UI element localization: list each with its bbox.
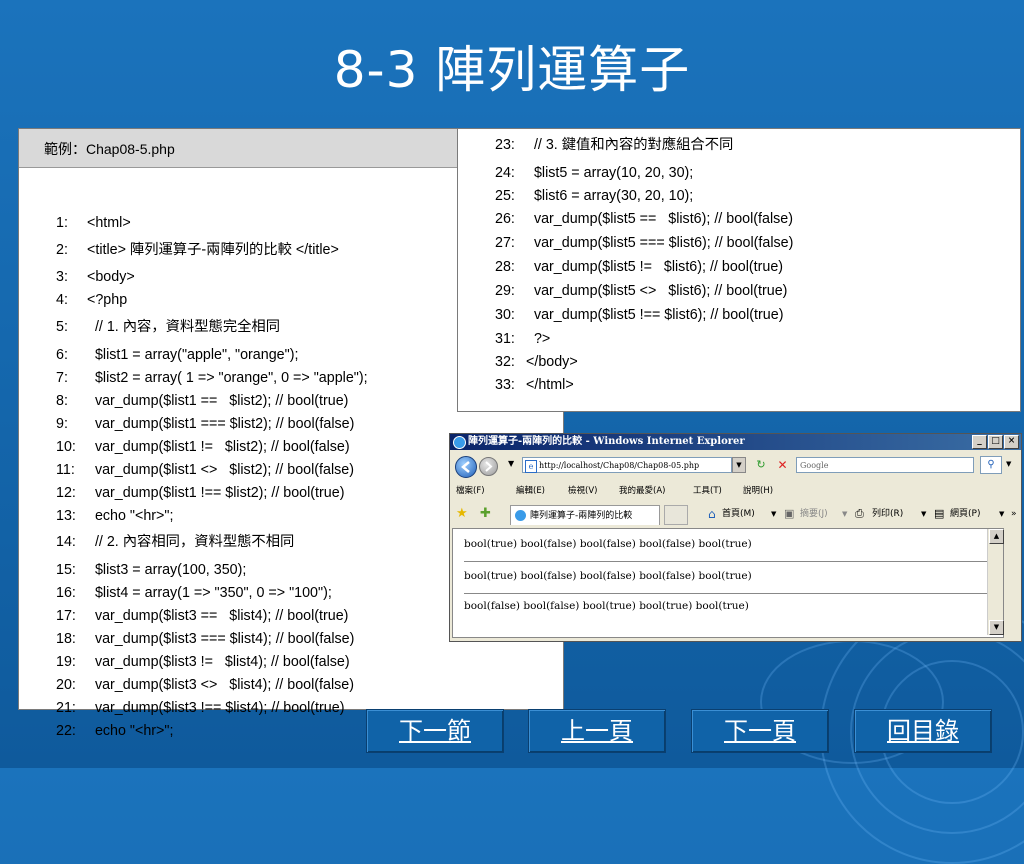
- menu-edit[interactable]: 編輯(E): [516, 482, 545, 500]
- new-tab-button[interactable]: [664, 505, 688, 525]
- code-text: var_dump($list5 == $list6); // bool(fals…: [526, 211, 793, 227]
- close-button[interactable]: ×: [1004, 435, 1019, 449]
- code-text: var_dump($list3 != $list4); // bool(fals…: [87, 654, 350, 670]
- result-line-1: bool(true) bool(false) bool(false) bool(…: [464, 538, 752, 550]
- favorites-star-icon[interactable]: ★: [456, 502, 468, 526]
- code-text: ?>: [526, 331, 551, 347]
- menu-bar: 檔案(F) 編輯(E) 檢視(V) 我的最愛(A) 工具(T) 說明(H): [450, 482, 1021, 500]
- page-icon: e: [525, 460, 537, 473]
- maximize-button[interactable]: □: [988, 435, 1003, 449]
- address-toolbar: ▼ e http://localhost/Chap08/Chap08-05.ph…: [450, 453, 1021, 479]
- feeds-dropdown-icon[interactable]: ▼: [842, 502, 847, 526]
- code-text: var_dump($list5 <> $list6); // bool(true…: [526, 283, 788, 299]
- tab-page-icon: [515, 510, 526, 521]
- history-dropdown-icon[interactable]: ▼: [508, 459, 514, 468]
- result-line-2: bool(true) bool(false) bool(false) bool(…: [464, 570, 752, 582]
- menu-help[interactable]: 說明(H): [743, 482, 773, 500]
- home-dropdown-icon[interactable]: ▼: [771, 502, 776, 526]
- code-text: // 3. 鍵值和內容的對應組合不同: [526, 137, 734, 153]
- search-input[interactable]: Google: [796, 457, 974, 473]
- code-text: $list3 = array(100, 350);: [87, 562, 247, 578]
- code-text: // 1. 內容，資料型態完全相同: [87, 319, 281, 335]
- next-page-button[interactable]: 下一頁: [691, 709, 829, 753]
- menu-tools[interactable]: 工具(T): [693, 482, 722, 500]
- page-dropdown-icon[interactable]: ▼: [999, 502, 1004, 526]
- tab-label: 陣列運算子-兩陣列的比較: [530, 511, 633, 521]
- ie-logo-icon: [453, 436, 466, 449]
- home-icon[interactable]: ⌂: [708, 502, 716, 526]
- page-menu-icon[interactable]: ▤: [934, 502, 944, 526]
- code-panel-right: 23: // 3. 鍵值和內容的對應組合不同 24: $list5 = array…: [457, 128, 1021, 412]
- address-dropdown-button[interactable]: ▼: [732, 457, 746, 473]
- scroll-up-button[interactable]: ▲: [989, 529, 1004, 544]
- code-text: echo "<hr>";: [87, 723, 174, 739]
- code-text: var_dump($list5 === $list6); // bool(fal…: [526, 235, 794, 251]
- code-text: var_dump($list3 !== $list4); // bool(tru…: [87, 700, 345, 716]
- code-text: var_dump($list3 === $list4); // bool(fal…: [87, 631, 355, 647]
- address-bar[interactable]: e http://localhost/Chap08/Chap08-05.php: [522, 457, 732, 473]
- feeds-icon[interactable]: ▣: [784, 502, 794, 526]
- browser-window-title: 陣列運算子-兩陣列的比較 - Windows Internet Explorer: [468, 436, 745, 447]
- next-section-button[interactable]: 下一節: [366, 709, 504, 753]
- forward-button[interactable]: [479, 457, 498, 476]
- back-arrow-icon: [461, 461, 470, 473]
- browser-title-bar: 陣列運算子-兩陣列的比較 - Windows Internet Explorer…: [450, 434, 1021, 450]
- code-text: <title> 陣列運算子-兩陣列的比較 </title>: [87, 242, 339, 258]
- code-text: <body>: [87, 269, 135, 285]
- print-dropdown-icon[interactable]: ▼: [921, 502, 926, 526]
- slide-title: 8-3 陣列運算子: [333, 41, 691, 99]
- page-menu-label[interactable]: 網頁(P): [950, 502, 980, 526]
- code-text: $list1 = array("apple", "orange");: [87, 347, 299, 363]
- code-text: var_dump($list1 === $list2); // bool(fal…: [87, 416, 355, 432]
- code-text: $list2 = array( 1 => "orange", 0 => "app…: [87, 370, 368, 386]
- address-text: http://localhost/Chap08/Chap08-05.php: [539, 461, 700, 470]
- code-text: var_dump($list3 <> $list4); // bool(fals…: [87, 677, 354, 693]
- page-content: bool(true) bool(false) bool(false) bool(…: [452, 528, 1004, 638]
- print-icon[interactable]: ⎙: [855, 502, 864, 526]
- prev-page-button[interactable]: 上一頁: [528, 709, 666, 753]
- toolbar-overflow-icon[interactable]: »: [1011, 502, 1017, 526]
- code-text: $list6 = array(30, 20, 10);: [526, 188, 694, 204]
- code-text: </html>: [526, 377, 574, 393]
- code-text: <html>: [87, 215, 131, 231]
- stop-button[interactable]: ✕: [774, 457, 791, 473]
- code-text: // 2. 內容相同，資料型態不相同: [87, 534, 295, 550]
- toc-button[interactable]: 回目錄: [854, 709, 992, 753]
- minimize-button[interactable]: _: [972, 435, 987, 449]
- horizontal-rule: [464, 593, 994, 594]
- code-text: var_dump($list1 != $list2); // bool(fals…: [87, 439, 350, 455]
- result-line-3: bool(false) bool(false) bool(true) bool(…: [464, 600, 749, 612]
- search-button[interactable]: ⚲: [980, 456, 1002, 474]
- feeds-button-label[interactable]: 摘要(J): [800, 502, 828, 526]
- print-button-label[interactable]: 列印(R): [872, 502, 903, 526]
- menu-favorites[interactable]: 我的最愛(A): [619, 482, 665, 500]
- add-favorite-icon[interactable]: ✚: [480, 502, 491, 526]
- code-text: $list4 = array(1 => "350", 0 => "100");: [87, 585, 332, 601]
- search-options-icon[interactable]: ▼: [1006, 460, 1011, 468]
- code-text: $list5 = array(10, 20, 30);: [526, 165, 694, 181]
- horizontal-rule: [464, 561, 994, 562]
- scroll-down-button[interactable]: ▼: [989, 620, 1004, 635]
- menu-file[interactable]: 檔案(F): [456, 482, 485, 500]
- code-text: var_dump($list5 !== $list6); // bool(tru…: [526, 307, 784, 323]
- code-text: var_dump($list5 != $list6); // bool(true…: [526, 259, 784, 275]
- browser-window: 陣列運算子-兩陣列的比較 - Windows Internet Explorer…: [449, 433, 1022, 642]
- menu-view[interactable]: 檢視(V): [568, 482, 597, 500]
- code-text: var_dump($list3 == $list4); // bool(true…: [87, 608, 349, 624]
- code-text: echo "<hr>";: [87, 508, 174, 524]
- vertical-scrollbar[interactable]: ▲ ▼: [987, 529, 1004, 635]
- code-text: <?php: [87, 292, 128, 308]
- home-button-label[interactable]: 首頁(M): [722, 502, 755, 526]
- tab-toolbar: ★ ✚ 陣列運算子-兩陣列的比較 ⌂ 首頁(M) ▼ ▣ 摘要(J) ▼ ⎙ 列…: [450, 502, 1021, 526]
- forward-arrow-icon: [485, 461, 493, 472]
- code-text: </body>: [526, 354, 578, 370]
- browser-tab[interactable]: 陣列運算子-兩陣列的比較: [510, 505, 660, 525]
- code-text: var_dump($list1 !== $list2); // bool(tru…: [87, 485, 345, 501]
- code-text: var_dump($list1 <> $list2); // bool(fals…: [87, 462, 354, 478]
- code-text: var_dump($list1 == $list2); // bool(true…: [87, 393, 349, 409]
- refresh-button[interactable]: ↻: [752, 457, 770, 473]
- back-button[interactable]: [455, 456, 477, 478]
